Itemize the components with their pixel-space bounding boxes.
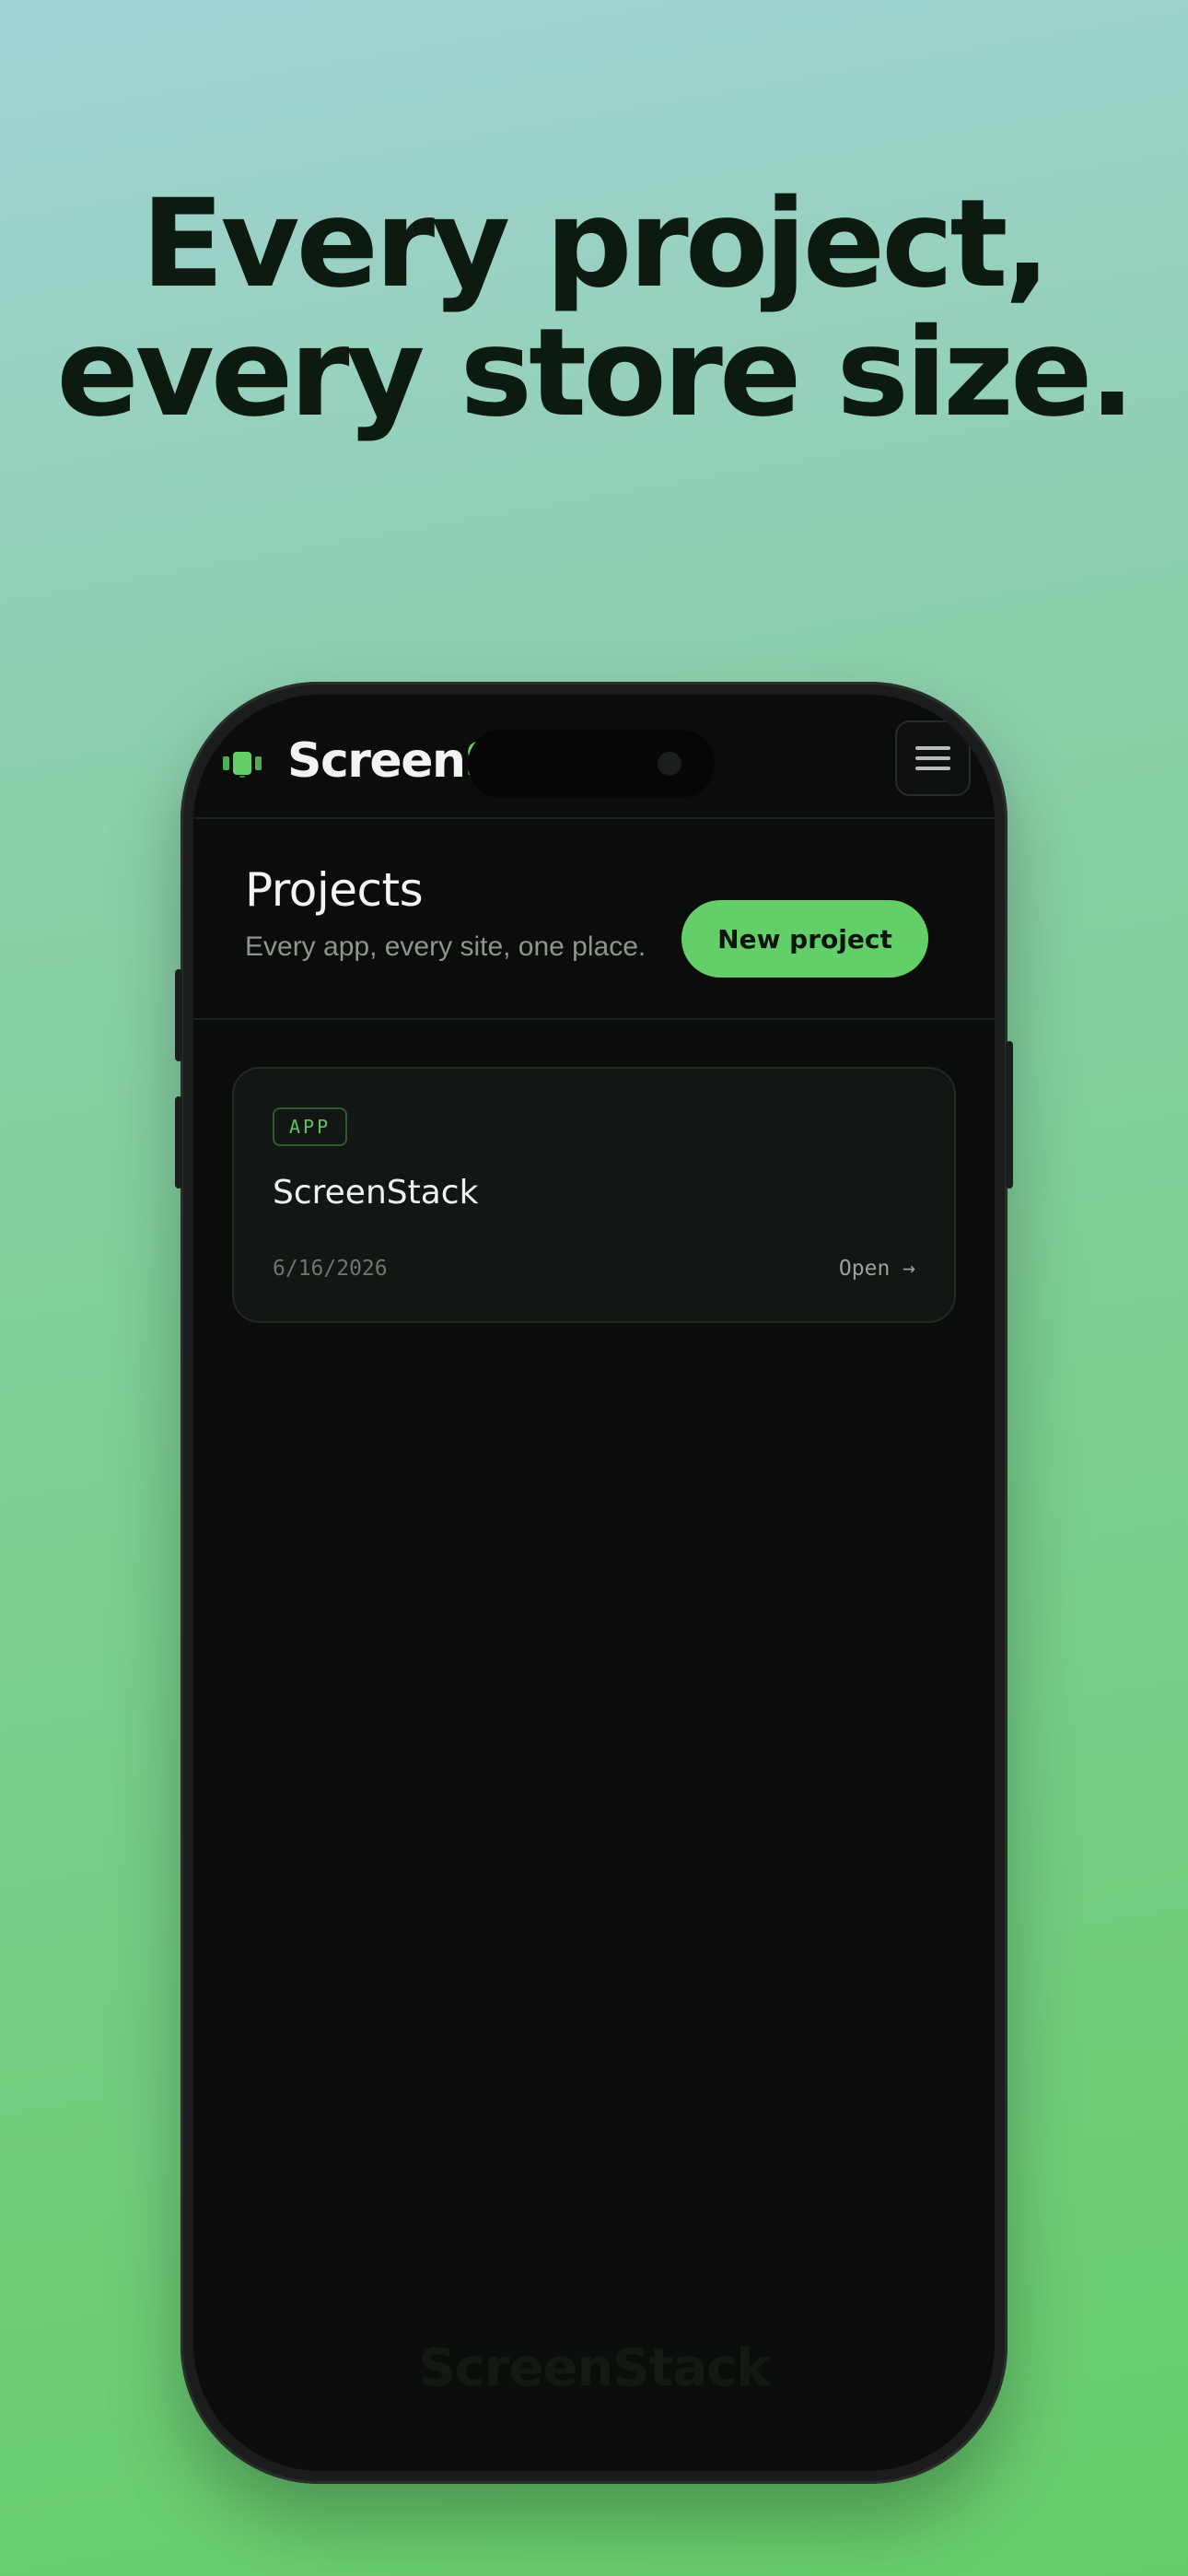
logo-text-prefix: Screen [287, 733, 466, 789]
power-button [1006, 1041, 1013, 1188]
project-name: ScreenStack [273, 1174, 479, 1212]
project-date: 6/16/2026 [273, 1257, 388, 1281]
hamburger-menu-icon [915, 746, 950, 770]
dynamic-island [468, 730, 715, 798]
project-card[interactable]: APP ScreenStack 6/16/2026 Open → [232, 1067, 956, 1323]
volume-down-button [175, 1096, 182, 1188]
project-type-badge: APP [273, 1107, 348, 1146]
footer-watermark: ScreenStack [418, 2338, 770, 2398]
headline-line-2: every store size. [56, 302, 1135, 444]
page-title: Projects [245, 863, 424, 917]
headline-line-1: Every project, [141, 173, 1050, 315]
phone-frame: ScreenS’ Projects Every app, every site,… [175, 682, 1013, 2484]
volume-up-button [175, 969, 182, 1061]
project-open-link[interactable]: Open → [839, 1257, 915, 1281]
phone-screen: ScreenS’ Projects Every app, every site,… [193, 695, 995, 2471]
screenstack-logo-icon [223, 752, 262, 778]
page-subtitle: Every app, every site, one place. [245, 931, 646, 962]
new-project-button[interactable]: New project [681, 900, 928, 978]
projects-header: Projects Every app, every site, one plac… [193, 819, 995, 1020]
menu-button[interactable] [895, 720, 971, 796]
marketing-headline: Every project, every store size. [0, 180, 1188, 438]
front-camera [658, 752, 681, 776]
